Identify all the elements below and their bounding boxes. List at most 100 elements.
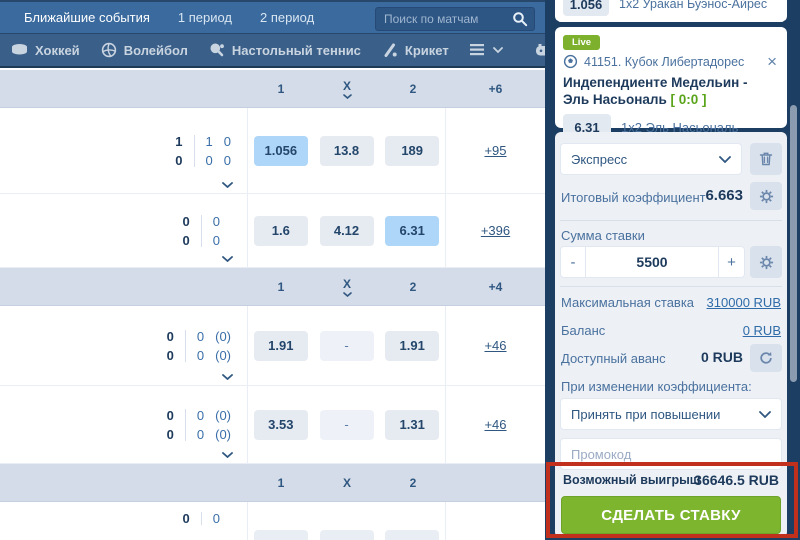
max-bet-label: Максимальная ставка xyxy=(561,295,694,310)
cricket-icon xyxy=(382,42,398,58)
coefficient-badge: 1.056 xyxy=(563,0,609,16)
balance-link[interactable]: 0 RUB xyxy=(743,323,781,338)
odds-button-2[interactable] xyxy=(385,530,439,540)
score-part: 0 xyxy=(197,349,204,362)
increase-amount-button[interactable]: + xyxy=(719,246,745,278)
more-bets-link[interactable]: +95 xyxy=(484,143,506,158)
odds-button-x[interactable] xyxy=(320,530,374,540)
odds-button-2[interactable]: 1.91 xyxy=(385,331,439,361)
tab-period-2[interactable]: 2 период xyxy=(260,10,314,25)
odds-button-2[interactable]: 6.31 xyxy=(385,216,439,246)
expand-chevron-icon[interactable] xyxy=(222,182,233,188)
header-1[interactable]: 1 xyxy=(248,82,314,96)
odds-button-1[interactable]: 1.91 xyxy=(254,331,308,361)
accept-changes-value: Принять при повышении xyxy=(571,407,720,422)
header-2[interactable]: 2 xyxy=(380,82,446,96)
sport-label: Волейбол xyxy=(124,43,188,58)
expand-chevron-icon[interactable] xyxy=(222,374,233,380)
odds-button-1[interactable]: 3.53 xyxy=(254,410,308,440)
coefficient-change-label: При изменении коэффициента: xyxy=(561,379,752,394)
score-part: 0 xyxy=(224,135,231,148)
selection-label: 1x2 Уракан Буэнос-Айрес xyxy=(619,0,767,11)
sport-hockey[interactable]: Хоккей xyxy=(6,43,85,58)
tab-upcoming-events[interactable]: Ближайшие события xyxy=(24,10,150,25)
odds-button-1[interactable]: 1.056 xyxy=(254,136,308,166)
refresh-advance-button[interactable] xyxy=(750,344,782,372)
header-2[interactable]: 2 xyxy=(380,280,446,294)
score-block: 0 0 (0) 0 0 (0) xyxy=(0,306,248,385)
odds-button-x: - xyxy=(320,410,374,440)
score-divider xyxy=(201,512,202,525)
search-icon[interactable] xyxy=(512,11,528,27)
header-2[interactable]: 2 xyxy=(380,476,446,490)
score-total: 0 xyxy=(183,215,190,228)
score-part: 0 xyxy=(197,428,204,441)
amount-input[interactable] xyxy=(586,246,719,278)
sport-table-tennis[interactable]: Настольный теннис xyxy=(204,42,366,58)
expand-chevron-icon[interactable] xyxy=(222,452,233,458)
events-table: 1 X 2 +6 1 1 0 0 0 xyxy=(0,70,545,540)
odds-button-1[interactable] xyxy=(254,530,308,540)
gear-icon xyxy=(759,189,774,204)
match-score: [ 0:0 ] xyxy=(671,92,707,107)
odds-button-x[interactable]: 13.8 xyxy=(320,136,374,166)
promo-code-input[interactable] xyxy=(560,438,782,470)
match-title[interactable]: Индепендиенте Медельин - Эль Насьональ [… xyxy=(563,74,777,108)
sport-cricket[interactable]: Крикет xyxy=(377,42,454,58)
soccer-ball-icon xyxy=(563,54,578,69)
betting-app-screen: Ближайшие события 1 период 2 период Хокк… xyxy=(0,0,800,540)
accept-changes-dropdown[interactable]: Принять при повышении xyxy=(560,398,782,430)
score-part: 0 xyxy=(213,234,220,247)
hockey-icon xyxy=(11,43,28,57)
sport-label: Настольный теннис xyxy=(232,43,361,58)
search-box[interactable] xyxy=(375,7,535,31)
delete-bet-button[interactable] xyxy=(750,143,782,175)
score-divider xyxy=(201,215,202,247)
divider xyxy=(560,220,782,221)
sidebar-scrollbar[interactable] xyxy=(790,105,797,382)
odds-button-2[interactable]: 1.31 xyxy=(385,410,439,440)
score-block: 0 0 0 0 xyxy=(0,194,248,267)
advance-value: 0 RUB xyxy=(701,349,743,365)
bet-amount-label: Сумма ставки xyxy=(561,228,645,243)
amount-settings-button[interactable] xyxy=(750,246,782,278)
search-input[interactable] xyxy=(382,11,512,27)
decrease-amount-button[interactable]: - xyxy=(560,246,586,278)
score-total: 0 xyxy=(183,512,190,525)
more-bets-link[interactable]: +46 xyxy=(484,417,506,432)
score-part: (0) xyxy=(215,330,231,343)
header-more[interactable]: +4 xyxy=(446,268,545,305)
header-more[interactable]: +6 xyxy=(446,70,545,107)
chevron-down-icon xyxy=(343,94,352,99)
total-coefficient-value: 6.663 xyxy=(705,187,743,204)
header-x[interactable]: X xyxy=(314,277,380,297)
event-row: 0 0 0 0 1.6 4.12 6.31 +396 xyxy=(0,194,545,268)
more-sports-menu[interactable] xyxy=(465,43,508,57)
odds-button-x[interactable]: 4.12 xyxy=(320,216,374,246)
score-part: (0) xyxy=(215,428,231,441)
score-total: 0 xyxy=(183,234,190,247)
score-total: 0 xyxy=(167,330,174,343)
coefficient-settings-button[interactable] xyxy=(750,182,782,210)
league-name[interactable]: 41151. Кубок Либертадорес xyxy=(584,55,759,69)
max-bet-link[interactable]: 310000 RUB xyxy=(707,295,781,310)
expand-chevron-icon[interactable] xyxy=(222,256,233,262)
more-bets-link[interactable]: +396 xyxy=(481,223,510,238)
header-1[interactable]: 1 xyxy=(248,476,314,490)
place-bet-button[interactable]: СДЕЛАТЬ СТАВКУ xyxy=(561,496,781,534)
header-x[interactable]: X xyxy=(314,79,380,99)
score-part: 0 xyxy=(224,154,231,167)
close-icon[interactable]: × xyxy=(765,55,779,69)
score-part: 0 xyxy=(197,409,204,422)
sport-volleyball[interactable]: Волейбол xyxy=(96,42,193,58)
tab-period-1[interactable]: 1 период xyxy=(178,10,232,25)
odds-button-1[interactable]: 1.6 xyxy=(254,216,308,246)
bet-type-dropdown[interactable]: Экспресс xyxy=(560,143,742,175)
score-total: 0 xyxy=(167,409,174,422)
odds-header: 1 X 2 +6 xyxy=(0,70,545,108)
total-coefficient-label: Итоговый коэффициент xyxy=(561,190,706,205)
header-1[interactable]: 1 xyxy=(248,280,314,294)
odds-button-2[interactable]: 189 xyxy=(385,136,439,166)
more-bets-link[interactable]: +46 xyxy=(484,338,506,353)
header-x[interactable]: X xyxy=(314,476,380,490)
